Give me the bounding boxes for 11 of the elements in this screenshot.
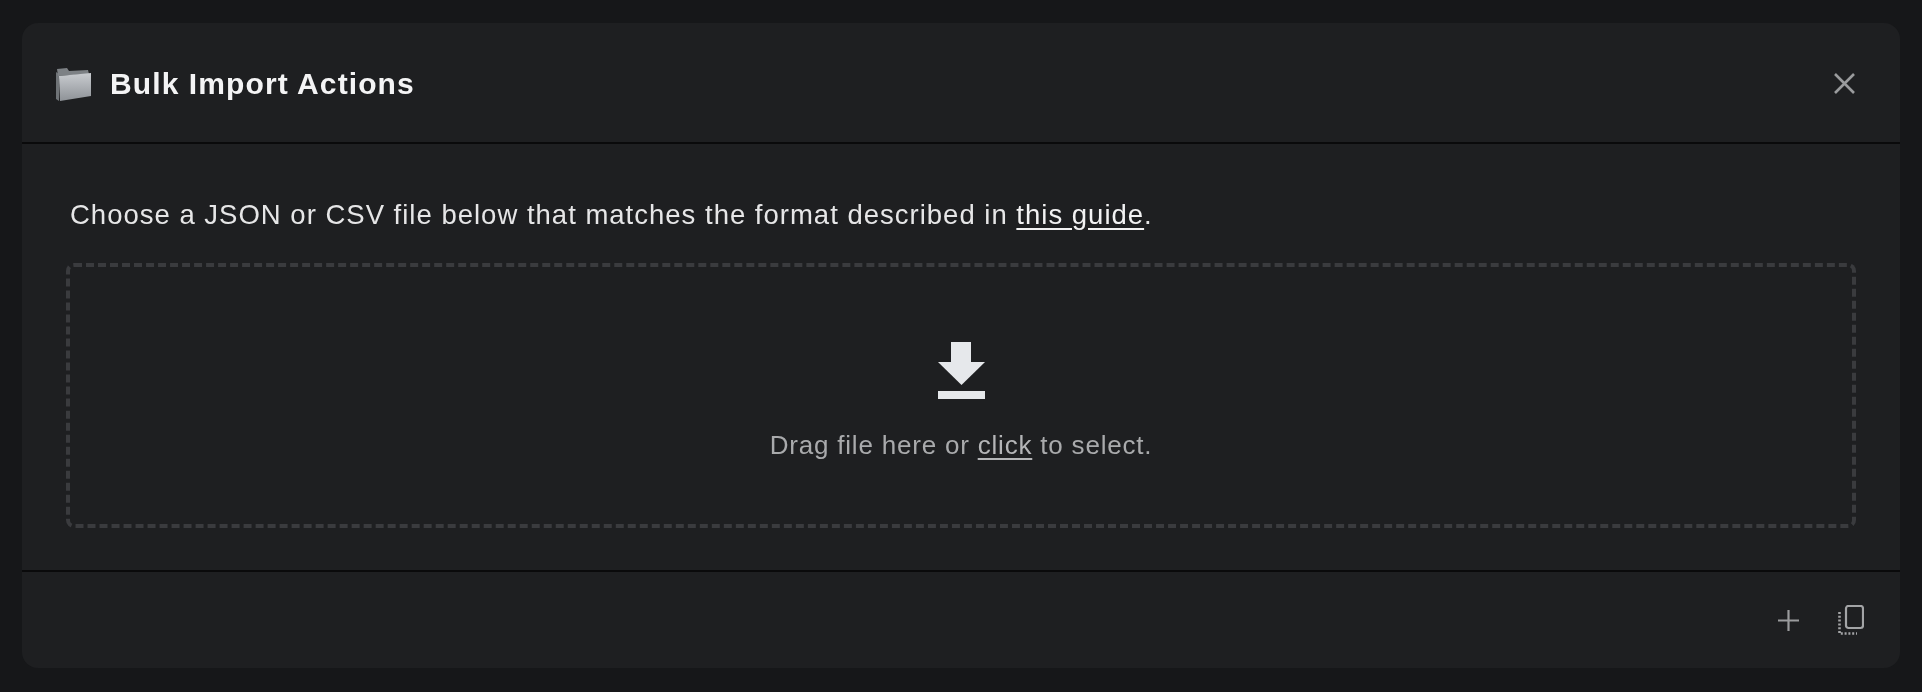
download-icon [937, 341, 985, 399]
description-text: Choose a JSON or CSV file below that matches the format described in this guide. [69, 199, 1154, 231]
close-icon [1833, 73, 1855, 94]
drop-instruction-text: Drag file here or click to select. [769, 429, 1153, 460]
plus-icon [1777, 609, 1799, 631]
click-link[interactable]: click [977, 429, 1033, 460]
copy-icon [1838, 605, 1864, 635]
guide-link[interactable]: this guide [1016, 199, 1145, 230]
dialog-title: Bulk Import Actions [110, 66, 416, 101]
folder-icon [55, 66, 92, 101]
file-drop-zone[interactable]: Drag file here or click to select. [66, 263, 1856, 528]
